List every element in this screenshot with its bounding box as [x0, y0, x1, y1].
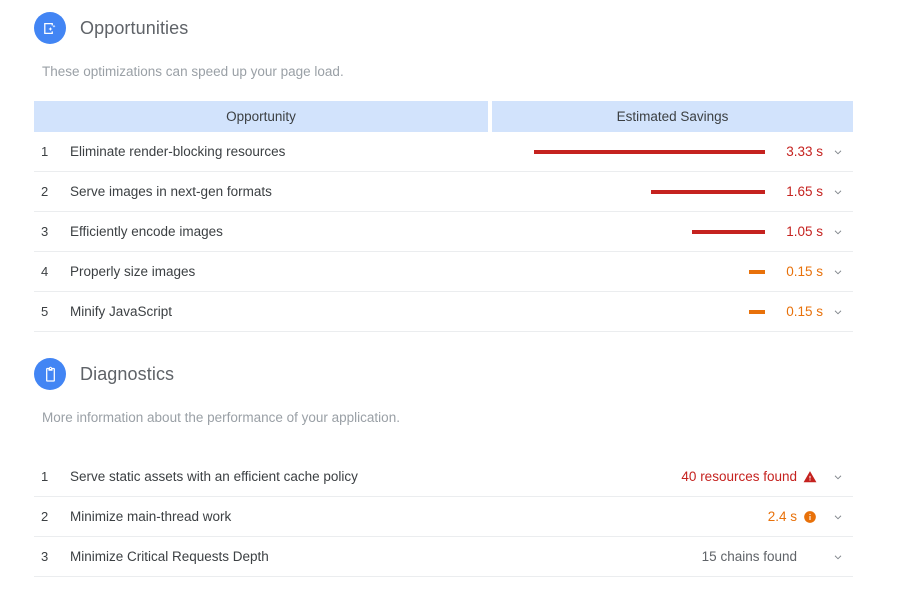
warning-triangle-icon	[797, 470, 823, 484]
savings-value: 1.05 s	[786, 224, 823, 239]
diagnostics-row-list: 1 Serve static assets with an efficient c…	[34, 457, 853, 577]
savings-bar	[749, 309, 765, 314]
opportunity-row-savings: 1.65 s	[533, 184, 823, 199]
diagnostic-row-index: 1	[41, 469, 49, 484]
diagnostic-row-index: 3	[41, 549, 49, 564]
savings-bar	[692, 229, 765, 234]
opportunity-image-sparkle-icon	[34, 12, 66, 44]
chevron-down-icon[interactable]	[823, 265, 853, 279]
savings-bar-track	[533, 269, 765, 274]
savings-value: 0.15 s	[786, 304, 823, 319]
chevron-down-icon[interactable]	[823, 225, 853, 239]
opportunity-row-index: 1	[41, 144, 49, 159]
opportunities-table: Opportunity Estimated Savings 1 Eliminate…	[34, 101, 853, 332]
opportunity-row-title: Properly size images	[70, 264, 196, 279]
savings-value: 0.15 s	[786, 264, 823, 279]
chevron-down-icon[interactable]	[823, 305, 853, 319]
opportunity-row[interactable]: 3 Efficiently encode images 1.05 s	[34, 212, 853, 252]
opportunities-description: These optimizations can speed up your pa…	[42, 64, 344, 79]
diagnostic-row-value: 40 resources found	[681, 469, 797, 484]
savings-bar	[534, 149, 765, 154]
info-circle-icon	[797, 510, 823, 524]
diagnostic-row[interactable]: 2 Minimize main-thread work 2.4 s	[34, 497, 853, 537]
opportunity-row[interactable]: 5 Minify JavaScript 0.15 s	[34, 292, 853, 332]
clipboard-icon	[34, 358, 66, 390]
diagnostic-row-title: Minimize Critical Requests Depth	[70, 549, 269, 564]
diagnostics-table: 1 Serve static assets with an efficient c…	[34, 457, 853, 577]
opportunities-table-header: Opportunity Estimated Savings	[34, 101, 853, 132]
opportunity-row-savings: 0.15 s	[533, 264, 823, 279]
opportunity-row-index: 5	[41, 304, 49, 319]
lighthouse-report-page: Opportunities These optimizations can sp…	[0, 0, 898, 614]
savings-bar-track	[533, 149, 765, 154]
opportunity-row-title: Efficiently encode images	[70, 224, 223, 239]
diagnostic-row-title: Minimize main-thread work	[70, 509, 232, 524]
savings-bar-track	[533, 189, 765, 194]
opportunity-row-index: 3	[41, 224, 49, 239]
opportunity-row[interactable]: 2 Serve images in next-gen formats 1.65 s	[34, 172, 853, 212]
diagnostics-title: Diagnostics	[80, 363, 175, 384]
diagnostic-row-value: 15 chains found	[701, 549, 797, 564]
chevron-down-icon[interactable]	[823, 470, 853, 484]
column-header-opportunity: Opportunity	[34, 101, 488, 132]
diagnostic-row[interactable]: 3 Minimize Critical Requests Depth 15 chai…	[34, 537, 853, 577]
opportunity-row-savings: 3.33 s	[533, 144, 823, 159]
opportunities-row-list: 1 Eliminate render-blocking resources 3.33…	[34, 132, 853, 332]
opportunity-row-title: Serve images in next-gen formats	[70, 184, 272, 199]
chevron-down-icon[interactable]	[823, 510, 853, 524]
opportunity-row[interactable]: 4 Properly size images 0.15 s	[34, 252, 853, 292]
chevron-down-icon[interactable]	[823, 185, 853, 199]
diagnostic-row[interactable]: 1 Serve static assets with an efficient c…	[34, 457, 853, 497]
opportunity-row-index: 4	[41, 264, 49, 279]
opportunity-row[interactable]: 1 Eliminate render-blocking resources 3.33…	[34, 132, 853, 172]
opportunity-row-savings: 0.15 s	[533, 304, 823, 319]
opportunities-section-header: Opportunities	[0, 12, 898, 44]
diagnostic-row-title: Serve static assets with an efficient ca…	[70, 469, 358, 484]
savings-bar	[749, 269, 765, 274]
opportunity-row-title: Eliminate render-blocking resources	[70, 144, 286, 159]
diagnostics-description: More information about the performance o…	[42, 410, 400, 425]
opportunity-row-title: Minify JavaScript	[70, 304, 173, 319]
diagnostics-section-header: Diagnostics	[0, 358, 898, 390]
opportunity-row-index: 2	[41, 184, 49, 199]
opportunity-row-savings: 1.05 s	[533, 224, 823, 239]
savings-bar-track	[533, 229, 765, 234]
column-header-estimated-savings: Estimated Savings	[492, 101, 853, 132]
chevron-down-icon[interactable]	[823, 550, 853, 564]
chevron-down-icon[interactable]	[823, 145, 853, 159]
savings-bar	[651, 189, 765, 194]
diagnostic-row-value: 2.4 s	[767, 509, 797, 524]
savings-value: 1.65 s	[786, 184, 823, 199]
opportunities-title: Opportunities	[80, 17, 189, 38]
diagnostic-row-index: 2	[41, 509, 49, 524]
savings-bar-track	[533, 309, 765, 314]
savings-value: 3.33 s	[786, 144, 823, 159]
